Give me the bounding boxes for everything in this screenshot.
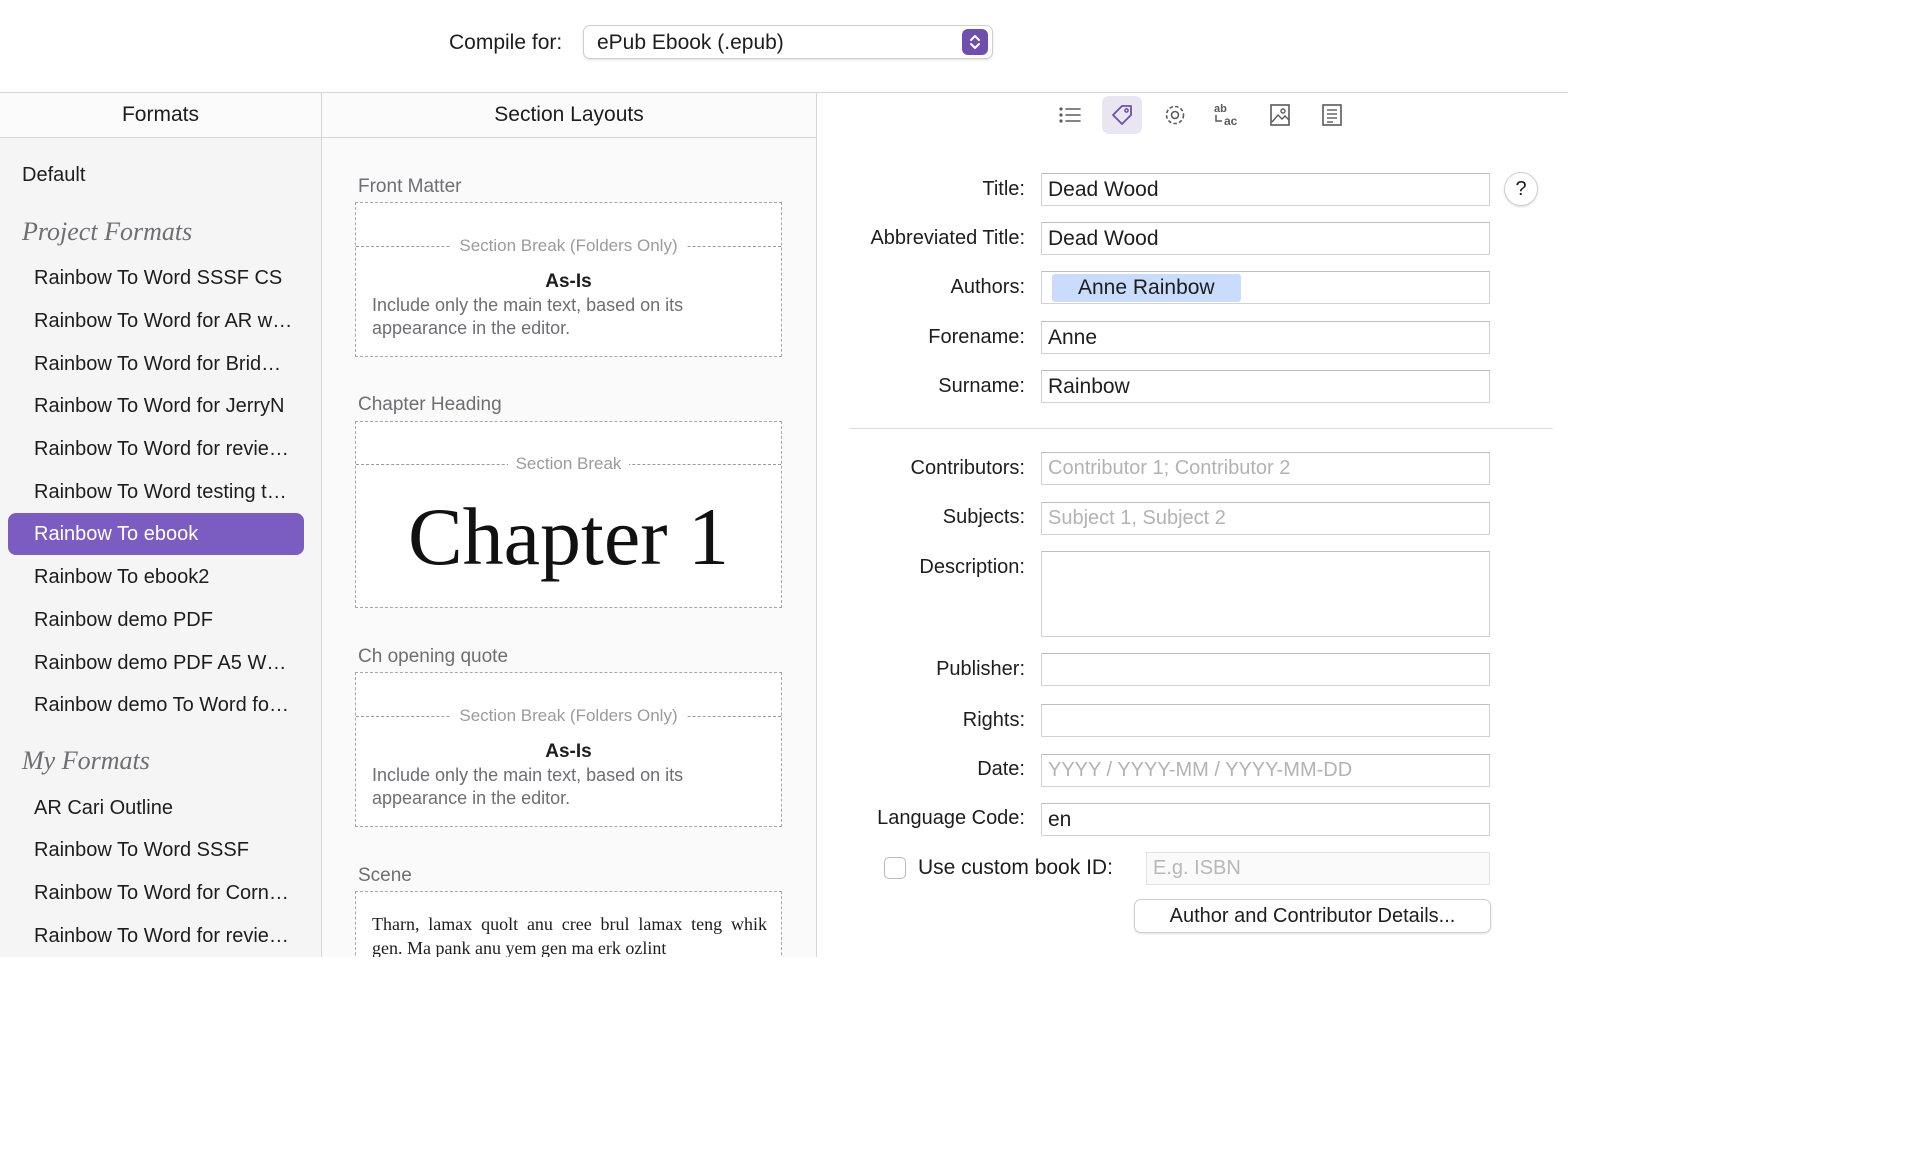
description-label: Description: — [919, 556, 1025, 578]
author-contributor-details-button[interactable]: Author and Contributor Details... — [1134, 899, 1491, 933]
format-default[interactable]: Default — [22, 164, 85, 187]
formats-header: Formats — [121, 103, 199, 126]
surname-field[interactable]: Rainbow — [1041, 370, 1490, 403]
format-item[interactable]: Rainbow To Word for revie… — [8, 428, 304, 470]
surname-label: Surname: — [938, 375, 1025, 397]
title-field[interactable]: Dead Wood — [1041, 173, 1490, 206]
language-code-field[interactable]: en — [1041, 803, 1490, 836]
section-type-label: Ch opening quote — [358, 646, 509, 667]
section-break-text: Section Break — [507, 454, 630, 474]
settings-tabs: ab ac — [817, 93, 1568, 137]
format-item[interactable]: Rainbow To ebook2 — [8, 556, 304, 598]
layout-title: As-Is — [545, 741, 592, 762]
list-icon[interactable] — [1050, 96, 1090, 134]
custom-book-id-label[interactable]: Use custom book ID: — [918, 856, 1113, 880]
author-token[interactable]: Anne Rainbow — [1052, 273, 1241, 302]
date-label: Date: — [977, 758, 1025, 780]
rights-field[interactable] — [1041, 704, 1490, 737]
metadata-pane: ab ac Title: Dead Wood ? Abbreviated Titl… — [817, 93, 1568, 957]
format-item[interactable]: Rainbow To Word for revie… — [8, 915, 304, 957]
custom-book-id-checkbox[interactable] — [884, 857, 906, 879]
authors-token-field[interactable]: Anne Rainbow — [1041, 271, 1490, 304]
format-item[interactable]: Rainbow To Word SSSF CS — [8, 257, 304, 299]
publisher-field[interactable] — [1041, 653, 1490, 686]
format-item[interactable]: Rainbow To Word SSSF — [8, 829, 304, 871]
chevron-updown-icon[interactable] — [962, 29, 988, 55]
section-type-label: Front Matter — [358, 176, 462, 197]
abbreviated-title-field[interactable]: Dead Wood — [1041, 222, 1490, 255]
tag-icon[interactable] — [1102, 96, 1142, 134]
format-item[interactable]: Rainbow To Word for AR w… — [8, 300, 304, 342]
my-formats-heading: My Formats — [22, 746, 150, 775]
help-button[interactable]: ? — [1504, 172, 1538, 206]
format-item[interactable]: Rainbow demo PDF — [8, 599, 304, 641]
subjects-label: Subjects: — [942, 506, 1025, 528]
svg-text:ac: ac — [1224, 114, 1238, 128]
format-item[interactable]: AR Cari Outline — [8, 787, 304, 829]
format-item[interactable]: Rainbow demo PDF A5 W… — [8, 642, 304, 684]
section-break-line: Section Break — [356, 453, 781, 475]
layout-description: Include only the main text, based on its… — [372, 295, 684, 338]
abbreviated-title-label: Abbreviated Title: — [870, 227, 1025, 249]
custom-book-id-field[interactable]: E.g. ISBN — [1146, 852, 1490, 885]
date-field[interactable]: YYYY / YYYY-MM / YYYY-MM-DD — [1041, 754, 1490, 787]
section-type-label: Scene — [358, 865, 412, 886]
section-break-line: Section Break (Folders Only) — [356, 235, 781, 257]
formats-sidebar: Default Project Formats Rainbow To Word … — [0, 138, 321, 957]
format-item[interactable]: Rainbow demo To Word fo… — [8, 684, 304, 726]
section-layouts-list: Front Matter Section Break (Folders Only… — [322, 138, 816, 957]
contributors-label: Contributors: — [910, 457, 1026, 479]
language-code-label: Language Code: — [877, 807, 1025, 829]
subjects-field[interactable]: Subject 1, Subject 2 — [1041, 502, 1490, 535]
compile-format-select[interactable]: ePub Ebook (.epub) — [583, 25, 993, 59]
section-type-label: Chapter Heading — [358, 394, 502, 415]
title-label: Title: — [982, 178, 1025, 200]
contributors-field[interactable]: Contributor 1; Contributor 2 — [1041, 452, 1490, 485]
gear-icon[interactable] — [1155, 96, 1195, 134]
section-break-text: Section Break (Folders Only) — [451, 236, 686, 256]
format-item[interactable]: Rainbow To Word for Brid… — [8, 343, 304, 385]
rights-label: Rights: — [962, 709, 1025, 731]
section-layouts-header: Section Layouts — [494, 103, 644, 126]
chapter-title-preview: Chapter 1 — [407, 491, 730, 582]
format-item[interactable]: Rainbow To Word for Corn… — [8, 872, 304, 914]
section-layout-card[interactable]: Tharn, lamax quolt anu cree brul lamax t… — [355, 891, 782, 957]
section-layout-card[interactable]: Section Break (Folders Only) As-Is Inclu… — [355, 672, 782, 827]
section-layout-card[interactable]: Section Break Chapter 1 — [355, 421, 782, 608]
format-item-selected[interactable]: Rainbow To ebook — [8, 513, 304, 555]
compile-for-label: Compile for: — [449, 31, 563, 54]
publisher-label: Publisher: — [936, 658, 1025, 680]
layout-description: Include only the main text, based on its… — [372, 765, 684, 808]
project-formats-heading: Project Formats — [22, 217, 193, 246]
text-replace-icon[interactable]: ab ac — [1207, 96, 1247, 134]
forename-field[interactable]: Anne — [1041, 321, 1490, 354]
forename-label: Forename: — [928, 326, 1025, 348]
layout-title: As-Is — [545, 271, 592, 292]
section-break-text: Section Break (Folders Only) — [451, 706, 686, 726]
format-item[interactable]: Rainbow To Word testing t… — [8, 471, 304, 513]
section-break-line: Section Break (Folders Only) — [356, 705, 781, 727]
section-layout-card[interactable]: Section Break (Folders Only) As-Is Inclu… — [355, 202, 782, 357]
compile-format-value: ePub Ebook (.epub) — [597, 31, 784, 54]
authors-label: Authors: — [950, 276, 1025, 298]
compile-toolbar: Compile for: ePub Ebook (.epub) — [0, 0, 1568, 93]
scene-preview-text: Tharn, lamax quolt anu cree brul lamax t… — [372, 914, 767, 957]
description-field[interactable] — [1041, 551, 1490, 637]
format-item[interactable]: Rainbow To Word for JerryN — [8, 385, 304, 427]
document-icon[interactable] — [1312, 96, 1352, 134]
cover-image-icon[interactable] — [1260, 96, 1300, 134]
separator — [849, 428, 1553, 429]
